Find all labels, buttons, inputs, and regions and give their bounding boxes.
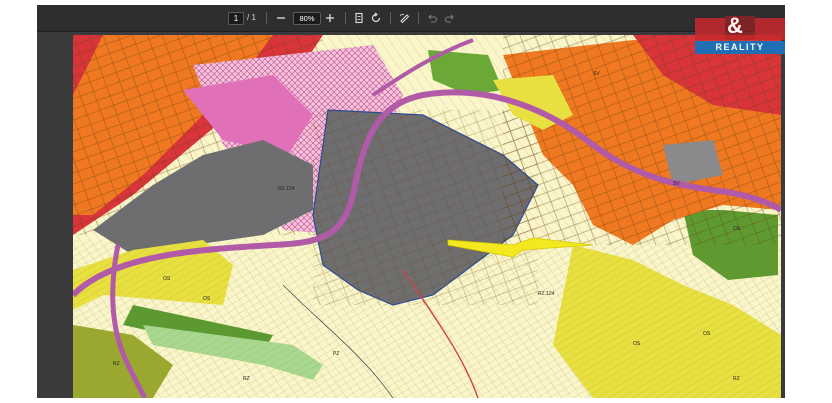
map-label: SV — [673, 181, 680, 187]
map-label: RZ — [113, 361, 120, 367]
map-label: RZ.124 — [538, 291, 555, 297]
map-label: SV — [593, 71, 600, 77]
page-separator: / — [247, 13, 250, 22]
map-label: OS — [733, 226, 741, 232]
rotate-icon — [371, 12, 381, 23]
page-total: / 1 — [247, 12, 256, 24]
plus-icon — [326, 14, 334, 22]
minus-icon — [277, 17, 285, 19]
redo-button[interactable] — [443, 11, 457, 25]
undo-button[interactable] — [425, 11, 439, 25]
page-number-input[interactable]: 1 — [228, 12, 244, 25]
watermark-symbol: & — [727, 13, 743, 38]
map-label: OS — [633, 341, 641, 347]
map-label: OS — [203, 296, 211, 302]
yellow-plot-lines — [73, 240, 781, 398]
draw-button[interactable] — [398, 11, 412, 25]
rotate-button[interactable] — [369, 11, 383, 25]
undo-icon — [428, 14, 438, 23]
draw-icon — [399, 13, 410, 24]
map-label: RZ.124 — [278, 186, 295, 192]
zoning-map-page: RZ.124 RZ.124 SV OS OS OS OS RZ RZ PZ RZ… — [73, 35, 781, 398]
toolbar-divider — [418, 12, 419, 24]
brand-watermark: & REALITY — [695, 14, 785, 58]
zoom-out-button[interactable] — [274, 11, 288, 25]
zoom-level-input[interactable]: 80% — [293, 12, 321, 25]
total-pages: 1 — [251, 13, 256, 22]
watermark-text: REALITY — [695, 41, 785, 54]
pdf-viewer: 1 / 1 80% RZ.124 RZ.124 SV OS OS OS OS R… — [37, 5, 785, 398]
map-label: OS — [163, 276, 171, 282]
map-label: RZ — [243, 376, 250, 382]
fit-page-icon — [355, 12, 363, 24]
redo-icon — [444, 14, 454, 23]
toolbar-divider — [390, 12, 391, 24]
fit-page-button[interactable] — [352, 11, 366, 25]
toolbar-divider — [345, 12, 346, 24]
toolbar-divider — [266, 12, 267, 24]
residential-parcels-east — [503, 35, 781, 245]
zoom-in-button[interactable] — [323, 11, 337, 25]
pdf-toolbar: 1 / 1 80% — [37, 5, 785, 32]
map-label: OS — [703, 331, 711, 337]
map-label: PZ — [333, 351, 339, 357]
zoning-map: RZ.124 RZ.124 SV OS OS OS OS RZ RZ PZ RZ… — [73, 35, 781, 398]
map-label: RZ — [733, 376, 740, 382]
